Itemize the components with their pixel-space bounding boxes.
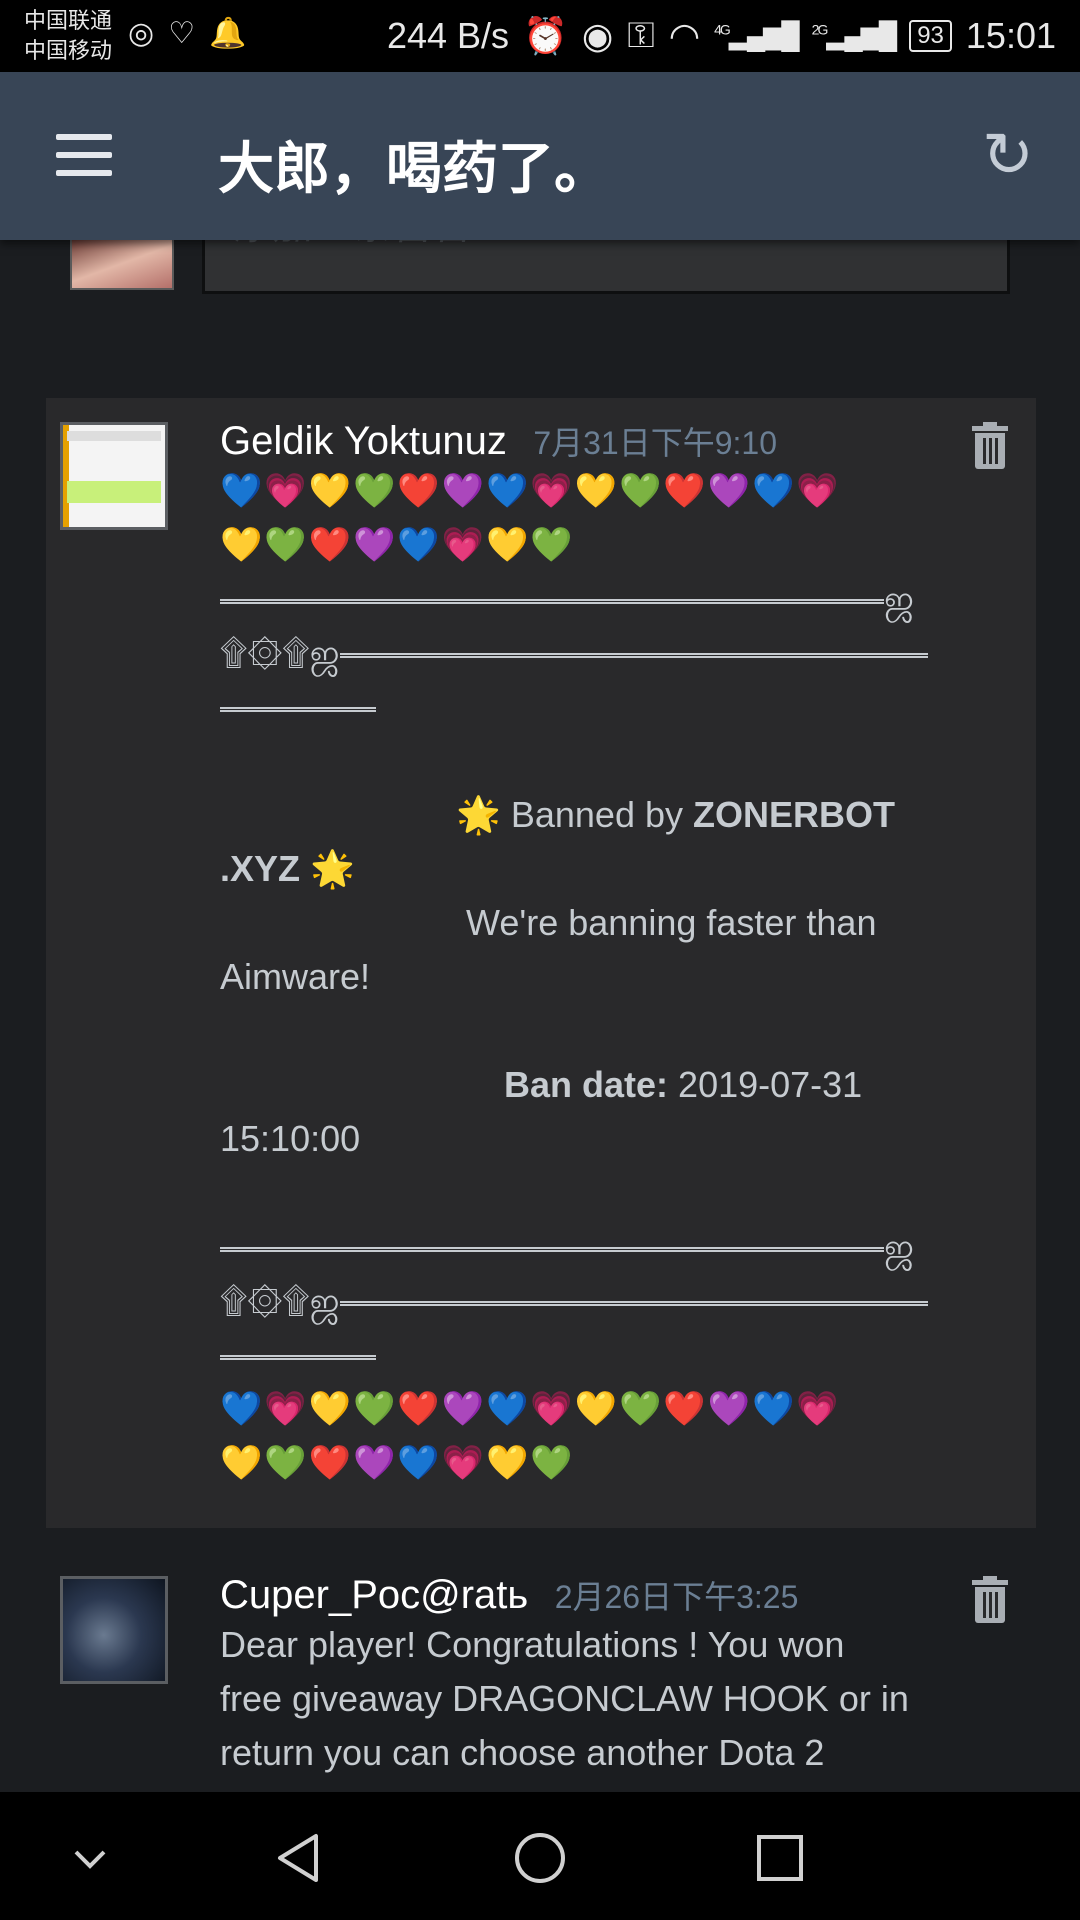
vpn-key-icon: ⚿ (627, 14, 655, 55)
decor-line: ஜ (220, 572, 980, 626)
ban-date: Ban date: 2019-07-31 (504, 1064, 863, 1105)
notification-bell-icon: 🔔 (209, 17, 247, 50)
decor-line (220, 680, 980, 734)
decor-line (220, 1328, 980, 1382)
comment-composer: 添加一条留言 (0, 240, 1080, 300)
sync-icon: ◎ (128, 17, 155, 50)
page-title: 大郎，喝药了。 (218, 137, 610, 200)
collapse-chevron-icon[interactable] (62, 1830, 118, 1886)
comment-text-line: free giveaway DRAGONCLAW HOOK or in (220, 1678, 909, 1719)
ban-line: .XYZ 🌟 (220, 848, 355, 889)
comment-input[interactable]: 添加一条留言 (202, 240, 1010, 294)
notification-icons: ◎ ♡ 🔔 (128, 16, 246, 51)
comment-text-line: Dear player! Congratulations ! You won (220, 1624, 845, 1665)
comment-header: Cuper_Poc@ratь 2月26日下午3:25 (220, 1572, 798, 1618)
comment-body: 💙💗💛💚❤️💜💙💗💛💚❤️💜💙💗 💛💚❤️💜💙💗💛💚 ஜ ۩۞۩ஜ 🌟 Bann… (220, 464, 980, 1490)
delete-icon[interactable] (970, 422, 1010, 470)
ban-message: Aimware! (220, 956, 371, 997)
status-indicators: 244 B/s ⏰ ◉ ⚿ ◠ 4G▂▄▆█ 2G▂▄▆█ 93 15:01 (387, 14, 1056, 57)
avatar[interactable] (60, 1576, 168, 1684)
clock: 15:01 (965, 14, 1056, 56)
home-icon[interactable] (512, 1830, 568, 1886)
carrier-1: 中国联通 (24, 8, 113, 33)
ban-message: We're banning faster than (466, 902, 877, 943)
signal-4g-icon: 4G▂▄▆█ (714, 20, 800, 50)
decor-line: ۩۞۩ஜ (220, 1274, 980, 1328)
comment-timestamp: 7月31日下午9:10 (533, 425, 778, 461)
ban-time: 15:10:00 (220, 1118, 361, 1159)
battery-icon: 93 (909, 19, 952, 52)
status-bar: 中国联通 中国移动 ◎ ♡ 🔔 244 B/s ⏰ ◉ ⚿ ◠ 4G▂▄▆█ 2… (0, 0, 1080, 72)
author-name[interactable]: Geldik Yoktunuz (220, 419, 507, 463)
recents-icon[interactable] (752, 1830, 808, 1886)
decor-line: ۩۞۩ஜ (220, 626, 980, 680)
menu-icon[interactable] (56, 134, 112, 176)
wifi-icon: ◠ (668, 14, 701, 56)
avatar[interactable] (60, 422, 168, 530)
signal-2g-icon: 2G▂▄▆█ (811, 20, 898, 50)
network-speed: 244 B/s (386, 14, 510, 56)
comment-text-line: return you can choose another Dota 2 (220, 1732, 825, 1773)
system-nav-bar (0, 1792, 1080, 1920)
my-avatar (70, 240, 174, 290)
delete-icon[interactable] (970, 1576, 1010, 1624)
comment-header: Geldik Yoktunuz 7月31日下午9:10 (220, 418, 777, 464)
comment-body: Dear player! Congratulations ! You won f… (220, 1618, 980, 1780)
author-name[interactable]: Cuper_Poc@ratь (220, 1573, 528, 1617)
emoji-line: 💛💚❤️💜💙💗💛💚 (220, 526, 575, 564)
decor-line: ஜ (220, 1220, 980, 1274)
carrier-2: 中国移动 (24, 38, 113, 63)
health-icon: ♡ (168, 17, 196, 50)
emoji-line: 💙💗💛💚❤️💜💙💗💛💚❤️💜💙💗 (220, 472, 841, 510)
ban-line: 🌟 Banned by ZONERBOT (456, 794, 895, 835)
comments-feed[interactable]: 添加一条留言 Geldik Yoktunuz 7月31日下午9:10 💙💗💛💚❤… (0, 240, 1080, 1792)
alarm-icon: ⏰ (523, 14, 568, 56)
comment-timestamp: 2月26日下午3:25 (554, 1579, 799, 1615)
app-bar: 大郎，喝药了。 ↻ (0, 72, 1080, 240)
emoji-line: 💛💚❤️💜💙💗💛💚 (220, 1444, 575, 1482)
carrier-labels: 中国联通 中国移动 (24, 6, 112, 66)
back-icon[interactable] (272, 1830, 328, 1886)
refresh-icon[interactable]: ↻ (980, 125, 1036, 187)
comment-item: Geldik Yoktunuz 7月31日下午9:10 💙💗💛💚❤️💜💙💗💛💚❤… (46, 398, 1036, 1528)
emoji-line: 💙💗💛💚❤️💜💙💗💛💚❤️💜💙💗 (220, 1390, 841, 1428)
eye-comfort-icon: ◉ (581, 14, 614, 56)
comment-item: Cuper_Poc@ratь 2月26日下午3:25 Dear player! … (46, 1552, 1036, 1792)
